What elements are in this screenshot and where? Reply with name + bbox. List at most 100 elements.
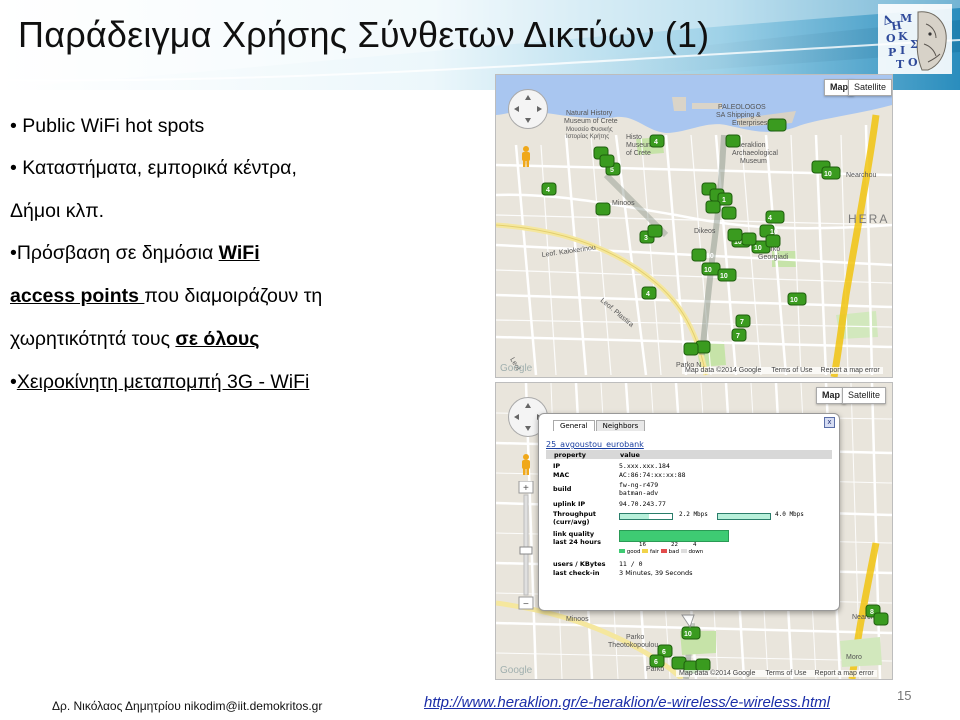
lq-count-good: 16: [639, 542, 646, 548]
pegman-icon[interactable]: [520, 453, 532, 475]
label-georgiadi-2: Georgiadi: [758, 254, 789, 261]
map-bottom-satellite-button[interactable]: Satellite: [842, 387, 887, 404]
svg-text:5: 5: [610, 167, 614, 174]
svg-text:10: 10: [684, 631, 692, 638]
map-marker[interactable]: 10: [787, 292, 807, 306]
tab-neighbors[interactable]: Neighbors: [595, 420, 646, 431]
label-paleologos-1: PALEOLOGOS: [718, 104, 766, 111]
map-marker[interactable]: [683, 342, 699, 356]
map-bottom-report-link[interactable]: Report a map error: [815, 670, 874, 677]
zoom-slider[interactable]: + −: [518, 481, 534, 611]
map-top-attribution: Map data ©2014 Google Terms of Use Repor…: [682, 367, 883, 374]
popup-tabs: General Neighbors: [553, 420, 646, 434]
handover-link-text[interactable]: Χειροκίνητη μεταπομπή 3G - WiFi: [17, 371, 310, 393]
svg-text:10: 10: [770, 229, 778, 236]
slide-title: Παράδειγμα Χρήσης Σύνθετων Δικτύων (1): [18, 14, 710, 55]
svg-text:4: 4: [646, 291, 650, 298]
access-points-link-text[interactable]: access points: [10, 285, 144, 307]
map-bottom[interactable]: Parko Theotokopoulou Minoos Parko Moro N…: [495, 382, 893, 680]
map-top-satellite-button[interactable]: Satellite: [848, 79, 892, 96]
svg-text:Google: Google: [500, 665, 533, 676]
bullet-access-line3: χωρητικότητά τους σε όλους: [10, 328, 259, 350]
bullet-access-text: •Πρόσβαση σε δημόσια: [10, 242, 219, 264]
svg-text:Σ: Σ: [910, 38, 918, 51]
link-quality-bar: [619, 530, 729, 542]
map-bottom-terms-link[interactable]: Terms of Use: [765, 670, 806, 677]
bullet-shops-cont: Δήμοι κλπ.: [10, 200, 105, 222]
svg-text:+: +: [523, 483, 529, 494]
map-marker[interactable]: 6: [649, 654, 665, 668]
map-marker[interactable]: 7: [731, 328, 747, 342]
map-top-report-link[interactable]: Report a map error: [821, 367, 880, 374]
row-key: IP: [553, 462, 561, 470]
map-bottom-attribution: Map data ©2014 Google Terms of Use Repor…: [676, 670, 877, 677]
label-theotokopoulou-1: Parko: [626, 634, 644, 641]
row-key: last check-in: [553, 569, 600, 577]
close-icon[interactable]: x: [824, 417, 835, 428]
footer-author: Δρ. Νικόλαος Δημητρίου nikodim@iit.demok…: [52, 699, 323, 713]
svg-text:10: 10: [720, 273, 728, 280]
label-archaeo-2: Archaeological: [732, 150, 778, 157]
col-property: property: [554, 451, 586, 459]
bullet-shops: • Καταστήματα, εμπορικά κέντρα,: [10, 157, 297, 179]
wifi-link-text[interactable]: WiFi: [219, 242, 260, 264]
map-marker[interactable]: 10: [681, 626, 701, 640]
map-top-pan-control[interactable]: [508, 89, 548, 129]
map-marker[interactable]: [767, 118, 787, 132]
map-marker[interactable]: 10: [717, 268, 737, 282]
node-name-link[interactable]: 25_avgoustou_eurobank: [546, 440, 644, 449]
row-value: AC:86:74:xx:xx:88: [619, 471, 686, 479]
map-marker[interactable]: [595, 202, 611, 216]
map-marker[interactable]: 4: [641, 286, 657, 300]
map-marker[interactable]: 10: [821, 166, 841, 180]
label-histo-1: Histo: [626, 134, 642, 141]
bullet-access-line3-text: χωρητικότητά τους: [10, 328, 176, 350]
democritus-logo-icon: Δ Η Μ Ο Κ Ρ Ι Τ Ο Σ: [878, 4, 952, 74]
map-marker[interactable]: 4: [541, 182, 557, 196]
label-museum-2: Museum of Crete: [564, 118, 618, 125]
label-paleologos-2: SA Shipping &: [716, 112, 761, 119]
svg-text:4: 4: [546, 187, 550, 194]
label-museum-3: Μουσείο Φυσικής: [566, 126, 613, 133]
to-all-link-text[interactable]: σε όλους: [175, 328, 259, 350]
row-key: (curr/avg): [553, 518, 590, 526]
svg-text:4: 4: [768, 215, 772, 222]
tab-general[interactable]: General: [553, 420, 595, 431]
label-histo-2: Museum: [626, 142, 653, 149]
row-key: MAC: [553, 471, 570, 479]
row-key: Throughput: [553, 510, 597, 518]
footer-url-link[interactable]: http://www.heraklion.gr/e-heraklion/e-wi…: [424, 694, 830, 711]
row-key: users / KBytes: [553, 560, 606, 568]
svg-text:10: 10: [706, 253, 714, 260]
label-theotokopoulou-2: Theotokopoulou: [608, 642, 658, 649]
map-marker[interactable]: 4: [649, 134, 665, 148]
map-marker[interactable]: 10: [701, 262, 721, 276]
bullet-access-line2-text: που διαμοιράζουν τη: [144, 285, 323, 307]
pegman-icon[interactable]: [520, 145, 532, 167]
bullet-access: •Πρόσβαση σε δημόσια WiFi: [10, 242, 260, 264]
svg-text:Κ: Κ: [898, 30, 908, 43]
svg-text:Ι: Ι: [900, 44, 905, 57]
label-dikeos: Dikeos: [694, 228, 716, 235]
page-number: 15: [897, 688, 912, 703]
label-histo-3: of Crete: [626, 150, 651, 157]
label-paleologos-3: Enterprises: [732, 120, 768, 127]
map-marker[interactable]: 4: [765, 210, 785, 224]
label-hera: HERA: [848, 212, 889, 226]
bullet-handover: •Χειροκίνητη μεταπομπή 3G - WiFi: [10, 371, 310, 393]
label-minoos-bottom: Minoos: [566, 616, 589, 623]
svg-text:7: 7: [736, 333, 740, 340]
bullet-marker: •: [10, 371, 17, 393]
map-top[interactable]: Natural History Museum of Crete Μουσείο …: [495, 74, 893, 378]
map-top-canvas[interactable]: Natural History Museum of Crete Μουσείο …: [496, 75, 892, 377]
row-key: uplink IP: [553, 500, 586, 508]
row-value: fw-ng-r479: [619, 481, 659, 489]
svg-text:10: 10: [754, 245, 762, 252]
label-nearchou: Nearchou: [846, 172, 876, 179]
map-top-terms-link[interactable]: Terms of Use: [771, 367, 812, 374]
throughput-current-value: 2.2 Mbps: [679, 511, 708, 518]
map-marker[interactable]: 7: [735, 314, 751, 328]
svg-text:10: 10: [790, 297, 798, 304]
label-archaeo-3: Museum: [740, 158, 767, 165]
svg-text:Google: Google: [500, 363, 533, 374]
